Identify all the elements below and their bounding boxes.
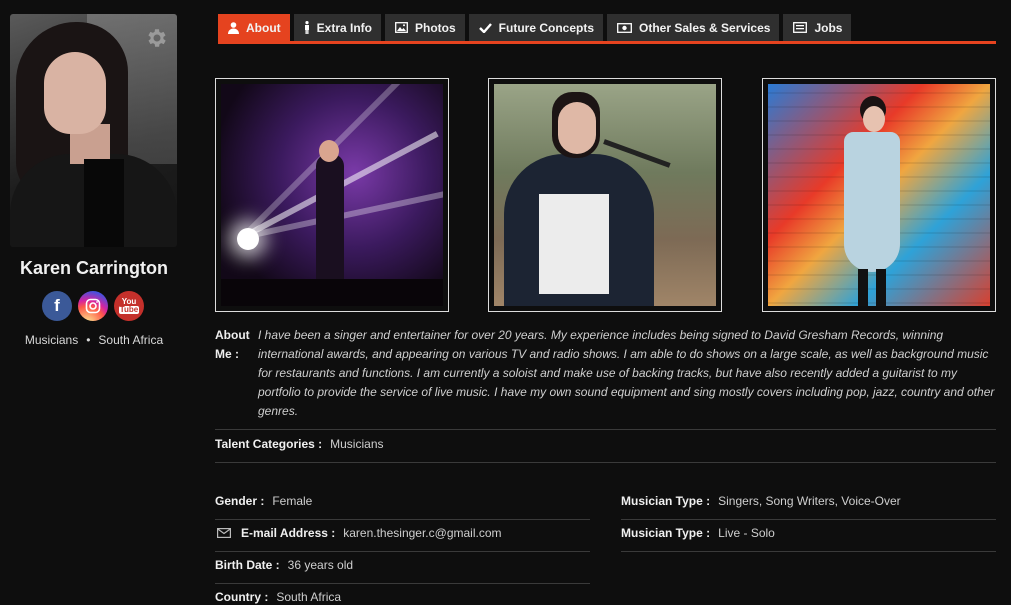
profile-avatar (10, 14, 177, 247)
tab-label: Photos (415, 20, 456, 35)
gallery-photo-1[interactable] (215, 78, 449, 312)
tab-future-concepts[interactable]: Future Concepts (468, 14, 604, 41)
detail-label: Country : (215, 590, 269, 604)
tab-jobs[interactable]: Jobs (783, 14, 852, 41)
gallery-photo-3[interactable] (762, 78, 996, 312)
talent-categories-row: Talent Categories : Musicians (215, 437, 384, 451)
divider (215, 429, 996, 430)
user-icon (228, 21, 239, 34)
tab-label: About (246, 20, 281, 35)
tab-extra-info[interactable]: Extra Info (293, 14, 381, 41)
money-icon (617, 22, 632, 33)
tab-label: Future Concepts (498, 20, 595, 35)
talent-label: Talent Categories : (215, 437, 323, 451)
profile-category[interactable]: Musicians (25, 333, 78, 347)
detail-row-birth-date: Birth Date : 36 years old (215, 558, 353, 572)
divider (215, 583, 590, 584)
detail-value: 36 years old (287, 558, 354, 572)
facebook-icon[interactable]: f (42, 291, 72, 321)
detail-label: Musician Type : (621, 494, 711, 508)
meta-separator: • (86, 333, 91, 347)
check-icon (478, 22, 492, 33)
detail-value: South Africa (276, 590, 342, 604)
detail-row-musician-type: Musician Type : Singers, Song Writers, V… (621, 494, 901, 508)
detail-value: Live - Solo (718, 526, 775, 540)
envelope-icon (217, 528, 231, 538)
detail-row-country: Country : South Africa (215, 590, 341, 604)
youtube-icon-bottom: Tube (118, 305, 140, 314)
talent-value: Musicians (330, 437, 384, 451)
detail-label: E-mail Address : (241, 526, 336, 540)
image-icon (395, 22, 408, 33)
detail-label: Gender : (215, 494, 265, 508)
tab-photos[interactable]: Photos (385, 14, 465, 41)
tab-other-sales[interactable]: Other Sales & Services (607, 14, 780, 41)
list-icon (793, 22, 808, 33)
divider (621, 519, 996, 520)
divider (215, 519, 590, 520)
profile-country[interactable]: South Africa (98, 333, 163, 347)
gear-icon[interactable] (145, 26, 169, 50)
profile-tabs: About Extra Info Photos Future Concepts … (218, 14, 996, 44)
profile-meta: Musicians • South Africa (0, 333, 188, 347)
youtube-icon[interactable]: You Tube (114, 291, 144, 321)
profile-sidebar: Karen Carrington f You Tube Musicians • So… (0, 0, 188, 605)
detail-value: Singers, Song Writers, Voice-Over (718, 494, 901, 508)
detail-value: Female (272, 494, 313, 508)
tab-label: Other Sales & Services (639, 20, 771, 35)
detail-row-gender: Gender : Female (215, 494, 312, 508)
divider (215, 551, 590, 552)
instagram-icon[interactable] (78, 291, 108, 321)
profile-name: Karen Carrington (19, 258, 169, 278)
about-text: I have been a singer and entertainer for… (258, 328, 995, 418)
about-label: About Me : (215, 328, 250, 361)
tab-about[interactable]: About (218, 14, 290, 41)
person-icon (304, 21, 309, 34)
detail-label: Birth Date : (215, 558, 280, 572)
tab-label: Extra Info (316, 20, 372, 35)
divider (621, 551, 996, 552)
email-link[interactable]: karen.thesinger.c@gmail.com (343, 526, 501, 540)
tab-label: Jobs (814, 20, 843, 35)
divider (215, 462, 996, 463)
detail-row-email: E-mail Address : karen.thesinger.c@gmail… (215, 526, 502, 540)
social-links: f You Tube (42, 291, 144, 321)
detail-label: Musician Type : (621, 526, 711, 540)
gallery-photo-2[interactable] (488, 78, 722, 312)
detail-row-musician-type-2: Musician Type : Live - Solo (621, 526, 775, 540)
